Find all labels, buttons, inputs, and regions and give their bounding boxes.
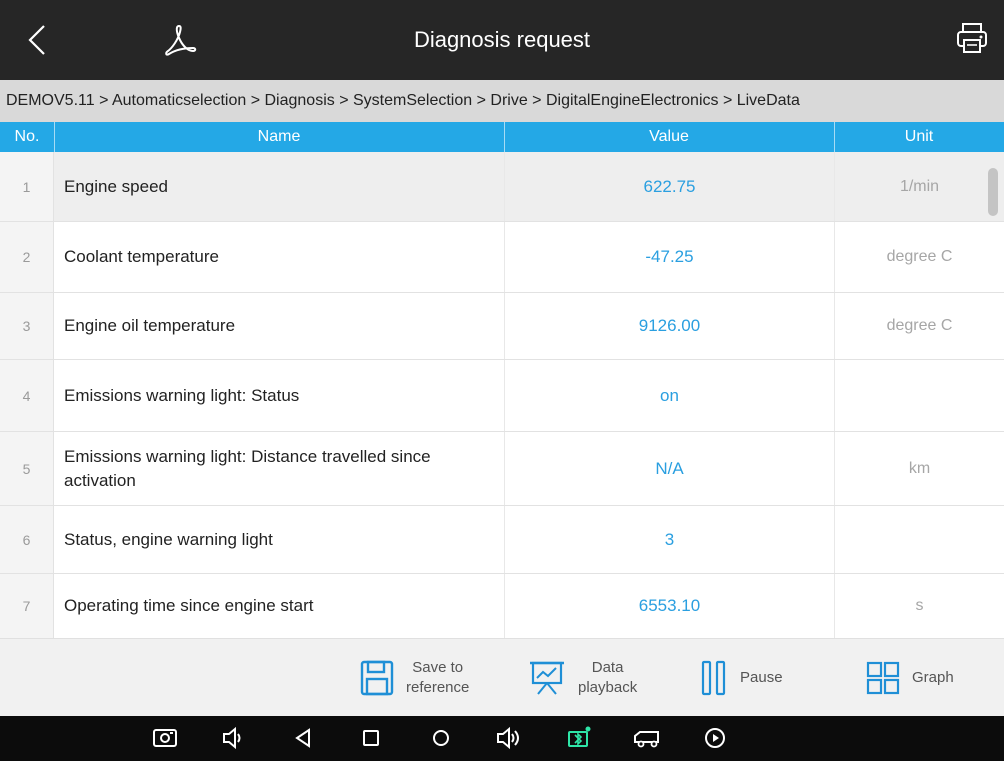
row-unit: 1/min — [834, 152, 1004, 221]
breadcrumb: DEMOV5.11 > Automaticselection > Diagnos… — [0, 80, 1004, 122]
table-row[interactable]: 2 Coolant temperature -47.25 degree C — [0, 222, 1004, 293]
row-number: 5 — [0, 432, 54, 505]
row-number: 3 — [0, 293, 54, 359]
vehicle-icon[interactable] — [632, 723, 662, 753]
pause-button[interactable]: Pause — [700, 639, 783, 717]
screenshot-icon[interactable] — [150, 723, 180, 753]
row-value: -47.25 — [504, 222, 834, 292]
table-row[interactable]: 1 Engine speed 622.75 1/min — [0, 152, 1004, 222]
row-unit — [834, 360, 1004, 431]
row-name: Emissions warning light: Status — [64, 385, 300, 405]
home-nav-icon[interactable] — [426, 723, 456, 753]
row-name: Operating time since engine start — [64, 596, 314, 615]
column-header-name: Name — [257, 128, 301, 145]
table-row[interactable]: 5 Emissions warning light: Distance trav… — [0, 432, 1004, 506]
page-title: Diagnosis request — [413, 27, 591, 52]
print-icon[interactable] — [952, 18, 992, 58]
save-to-reference-button[interactable]: Save to reference — [360, 639, 469, 717]
row-value: 3 — [504, 506, 834, 573]
title-bar: Diagnosis request — [0, 0, 1004, 80]
row-number: 1 — [0, 152, 54, 221]
vci-bluetooth-icon[interactable] — [564, 723, 594, 753]
row-value: 9126.00 — [504, 293, 834, 359]
play-circle-icon[interactable] — [700, 723, 730, 753]
row-name: Engine oil temperature — [64, 316, 236, 335]
row-name: Engine speed — [64, 176, 168, 196]
table-header: No. Name Value Unit — [0, 122, 1004, 152]
recents-nav-icon[interactable] — [356, 723, 386, 753]
presentation-chart-icon — [530, 661, 564, 695]
playback-label-line1: Data — [591, 659, 624, 676]
column-header-value: Value — [649, 128, 689, 145]
back-nav-icon[interactable] — [288, 723, 318, 753]
action-toolbar: Save to reference Data playback Pause Gr… — [0, 638, 1004, 716]
live-data-table[interactable]: 1 Engine speed 622.75 1/min 2 Coolant te… — [0, 152, 1004, 638]
pause-label: Pause — [740, 669, 783, 686]
save-icon — [360, 660, 394, 696]
row-number: 7 — [0, 574, 54, 638]
system-navigation-bar — [0, 716, 1004, 761]
row-unit: s — [834, 574, 1004, 638]
row-name: Emissions warning light: Distance travel… — [64, 446, 431, 490]
scrollbar-thumb[interactable] — [988, 168, 998, 216]
row-unit: km — [834, 432, 1004, 505]
row-value: on — [504, 360, 834, 431]
row-number: 6 — [0, 506, 54, 573]
volume-up-icon[interactable] — [494, 723, 524, 753]
back-chevron-icon[interactable] — [18, 20, 58, 60]
row-unit: degree C — [834, 293, 1004, 359]
graph-label: Graph — [912, 669, 954, 686]
row-unit — [834, 506, 1004, 573]
table-row[interactable]: 4 Emissions warning light: Status on — [0, 360, 1004, 432]
row-value: 6553.10 — [504, 574, 834, 638]
row-name: Status, engine warning light — [64, 529, 273, 549]
pdf-icon[interactable] — [160, 20, 200, 60]
row-value: N/A — [504, 432, 834, 505]
row-number: 2 — [0, 222, 54, 292]
save-label-line1: Save to — [412, 659, 464, 676]
table-row[interactable]: 7 Operating time since engine start 6553… — [0, 574, 1004, 638]
column-header-no: No. — [14, 128, 40, 145]
row-unit: degree C — [834, 222, 1004, 292]
row-number: 4 — [0, 360, 54, 431]
data-playback-button[interactable]: Data playback — [528, 639, 637, 717]
graph-button[interactable]: Graph — [866, 639, 954, 717]
row-name: Coolant temperature — [64, 247, 219, 266]
playback-label-line2: playback — [578, 679, 638, 696]
volume-down-icon[interactable] — [218, 723, 248, 753]
table-row[interactable]: 6 Status, engine warning light 3 — [0, 506, 1004, 574]
table-row[interactable]: 3 Engine oil temperature 9126.00 degree … — [0, 293, 1004, 360]
row-value: 622.75 — [504, 152, 834, 221]
column-header-unit: Unit — [904, 128, 934, 145]
save-label-line2: reference — [406, 679, 470, 696]
pause-icon — [701, 660, 726, 696]
grid-graph-icon — [866, 661, 900, 695]
